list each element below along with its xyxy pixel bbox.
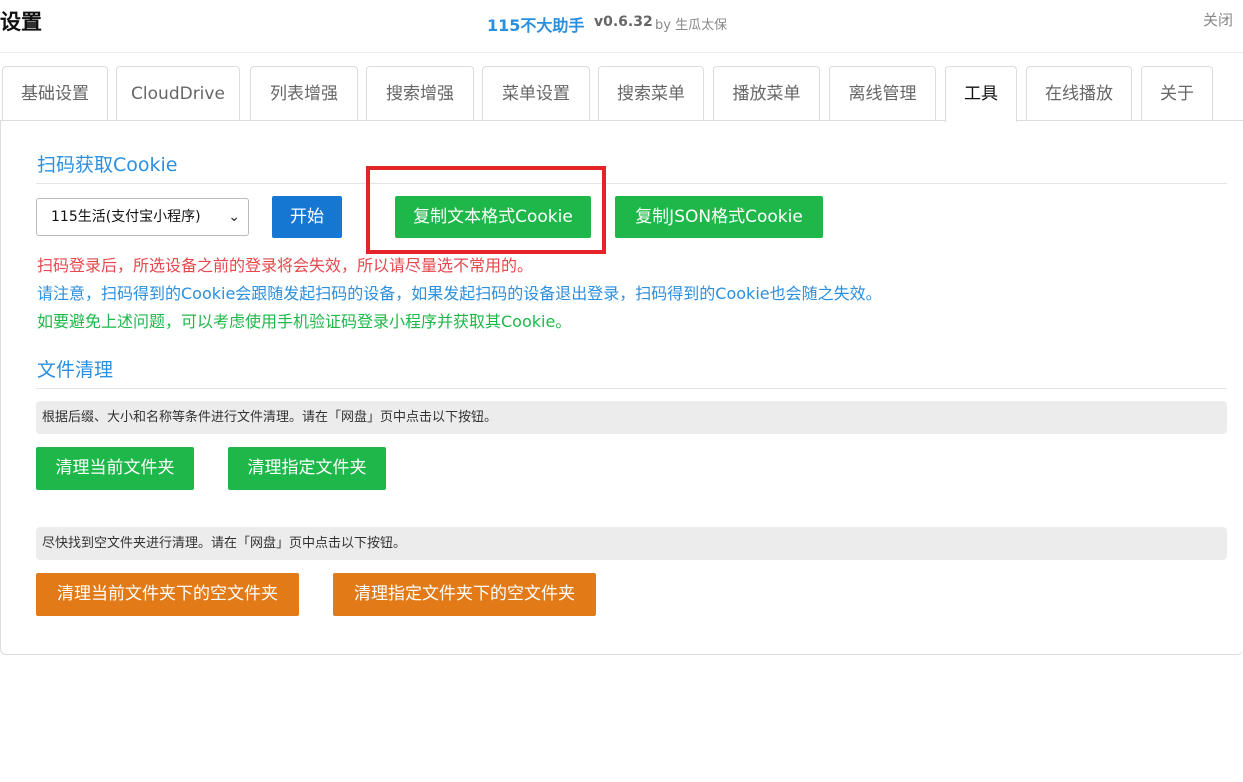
app-author: by 生瓜太保 (655, 18, 728, 33)
clean-current-empty-folders-button[interactable]: 清理当前文件夹下的空文件夹 (36, 573, 299, 616)
cleanup-section-divider (36, 388, 1227, 389)
tab-basic-settings[interactable]: 基础设置 (2, 66, 108, 120)
tab-offline-manage[interactable]: 离线管理 (829, 66, 936, 120)
chevron-down-icon: ⌄ (228, 209, 240, 225)
tip-note: 如要避免上述问题，可以考虑使用手机验证码登录小程序并获取其Cookie。 (37, 312, 572, 331)
clean-specified-empty-folders-button[interactable]: 清理指定文件夹下的空文件夹 (333, 573, 596, 616)
empty-folder-description: 尽快找到空文件夹进行清理。请在「网盘」页中点击以下按钮。 (36, 527, 1227, 560)
header-divider (0, 52, 1243, 53)
page-title: 设置 (0, 10, 42, 34)
tab-play-menu[interactable]: 播放菜单 (713, 66, 820, 120)
tab-list-enhance[interactable]: 列表增强 (250, 66, 358, 120)
warning-note: 扫码登录后，所选设备之前的登录将会失效，所以请尽量选不常用的。 (37, 256, 534, 275)
cleanup-section-title: 文件清理 (37, 359, 114, 381)
copy-json-cookie-button[interactable]: 复制JSON格式Cookie (615, 196, 823, 238)
highlight-annotation (366, 166, 606, 254)
cleanup-description: 根据后缀、大小和名称等条件进行文件清理。请在「网盘」页中点击以下按钮。 (36, 401, 1227, 434)
tab-online-play[interactable]: 在线播放 (1026, 66, 1132, 120)
app-version: v0.6.32 (594, 14, 653, 30)
settings-dialog: 设置 115不大助手 v0.6.32 by 生瓜太保 关闭 基础设置 Cloud… (0, 0, 1243, 782)
clean-specified-folder-button[interactable]: 清理指定文件夹 (228, 447, 386, 490)
tab-about[interactable]: 关于 (1141, 66, 1213, 120)
app-name: 115不大助手 (487, 16, 585, 35)
start-button[interactable]: 开始 (272, 196, 342, 238)
tab-clouddrive[interactable]: CloudDrive (116, 66, 240, 120)
device-select-value: 115生活(支付宝小程序) (51, 209, 201, 225)
device-select[interactable]: 115生活(支付宝小程序) ⌄ (36, 198, 249, 236)
cookie-section-title: 扫码获取Cookie (37, 154, 178, 176)
tab-menu-settings[interactable]: 菜单设置 (482, 66, 590, 120)
close-button[interactable]: 关闭 (1203, 9, 1233, 30)
tab-tools[interactable]: 工具 (945, 66, 1017, 122)
info-note: 请注意，扫码得到的Cookie会跟随发起扫码的设备，如果发起扫码的设备退出登录，… (37, 284, 882, 303)
clean-current-folder-button[interactable]: 清理当前文件夹 (36, 447, 194, 490)
tab-search-enhance[interactable]: 搜索增强 (366, 66, 474, 120)
tab-search-menu[interactable]: 搜索菜单 (598, 66, 704, 120)
cookie-section-divider (36, 183, 1227, 184)
